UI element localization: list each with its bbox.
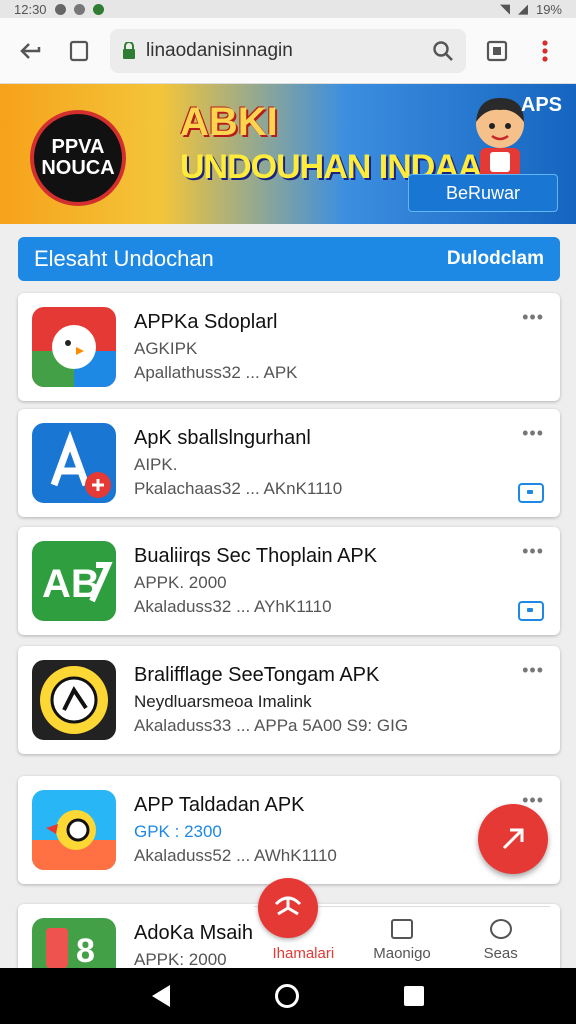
settings-icon (73, 3, 85, 15)
url-text: linaodanisinnagin (146, 39, 293, 61)
home-icon[interactable] (274, 984, 299, 1008)
more-options-icon[interactable]: ••• (522, 660, 544, 681)
battery-level: 19% (535, 1, 562, 17)
app-icon-chicken (32, 307, 116, 387)
image-icon (391, 919, 413, 939)
home-fab-icon[interactable] (258, 878, 318, 938)
app-name: APPKa Sdoplarl (134, 311, 278, 333)
app-card[interactable]: ApK sballslngurhanl AIPK. Pkalachaas32 .… (18, 409, 560, 517)
banner-cta-button[interactable]: BeRuwar (408, 174, 558, 212)
app-card[interactable]: APPKa Sdoplarl AGKIPK Apallathuss32 ... … (18, 293, 560, 401)
section-header: Elesaht Undochan Dulodclam (18, 237, 560, 281)
app-card[interactable]: Bralifflage SeeTongam APK Neydluarsmeoa … (18, 646, 560, 754)
status-bar: 12:30 ◥ ◢ 19% (0, 0, 576, 18)
app-name: Bralifflage SeeTongam APK (134, 664, 380, 686)
app-size: Akaladuss33 ... APPa 5A00 S9: GIG (134, 716, 409, 735)
download-icon[interactable] (518, 601, 544, 621)
lock-icon (123, 41, 135, 59)
back-icon[interactable] (152, 985, 171, 1007)
browser-toolbar: linaodanisinnagin (0, 18, 576, 84)
app-icon-store (32, 423, 116, 503)
app-size: Apallathuss32 ... APK (134, 363, 298, 382)
recent-apps-icon[interactable] (403, 986, 424, 1006)
app-icon-gear (32, 660, 116, 740)
nav-item-label: Seas (483, 945, 518, 962)
app-type: AIPK. (134, 455, 178, 474)
floating-action-button[interactable] (478, 804, 548, 874)
app-name: APP Taldadan APK (134, 794, 305, 816)
more-options-icon[interactable]: ••• (522, 541, 544, 562)
tab-icon[interactable] (62, 34, 96, 68)
nav-item-manage[interactable]: Maonigo (353, 907, 452, 968)
status-time: 12:30 (14, 1, 47, 17)
app-icon-ab: AB (32, 541, 116, 621)
search-icon (489, 919, 512, 939)
app-card[interactable]: AB Bualiirqs Sec Thoplain APK APPK. 2000… (18, 527, 560, 635)
app-name: ApK sballslngurhanl (134, 427, 311, 449)
banner-title: ABKI (180, 100, 278, 144)
app-name: AdoKa Msaih (134, 922, 253, 944)
app-type: AGKIPK (134, 339, 198, 358)
menu-icon[interactable] (528, 34, 562, 68)
banner-badge: PPVA NOUCA (30, 110, 126, 206)
more-options-icon[interactable]: ••• (522, 423, 544, 444)
app-size: Akaladuss32 ... AYhK1110 (134, 597, 332, 616)
app-status-icon (92, 3, 104, 15)
arrow-icon (502, 828, 524, 850)
more-options-icon[interactable]: ••• (522, 307, 544, 328)
nav-item-search[interactable]: Seas (451, 907, 550, 968)
system-navigation-bar (0, 968, 576, 1024)
section-title: Elesaht Undochan (34, 246, 214, 271)
promo-banner[interactable]: PPVA NOUCA ABKI UNDOUHAN INDAAIA APS BeR… (0, 84, 576, 224)
app-size: Pkalachaas32 ... AKnK1110 (134, 479, 343, 498)
svg-text:8: 8 (76, 932, 95, 968)
app-icon-bottle: 8 (32, 918, 116, 968)
app-name: Bualiirqs Sec Thoplain APK (134, 545, 378, 567)
app-type: Neydluarsmeoa Imalink (134, 692, 312, 711)
nav-item-label: Ihamalari (272, 945, 335, 962)
wifi-icon: ◥ (499, 1, 510, 16)
download-icon[interactable] (518, 483, 544, 503)
notification-icon (54, 3, 66, 15)
app-type: APPK. 2000 (134, 573, 227, 592)
app-type: GPK : 2300 (134, 822, 222, 841)
nav-item-label: Maonigo (373, 945, 431, 962)
app-icon-bird (32, 790, 116, 870)
tabs-count-icon[interactable] (480, 34, 514, 68)
url-bar[interactable]: linaodanisinnagin (110, 28, 466, 73)
signal-icon: ◢ (517, 1, 528, 16)
app-type: APPK: 2000 (134, 950, 227, 969)
section-download-link[interactable]: Dulodclam (447, 248, 544, 270)
banner-apps-tag: APS (520, 94, 562, 116)
share-icon[interactable] (14, 34, 48, 68)
app-size: Akaladuss52 ... AWhK1110 (134, 846, 337, 865)
search-icon[interactable] (432, 40, 454, 62)
